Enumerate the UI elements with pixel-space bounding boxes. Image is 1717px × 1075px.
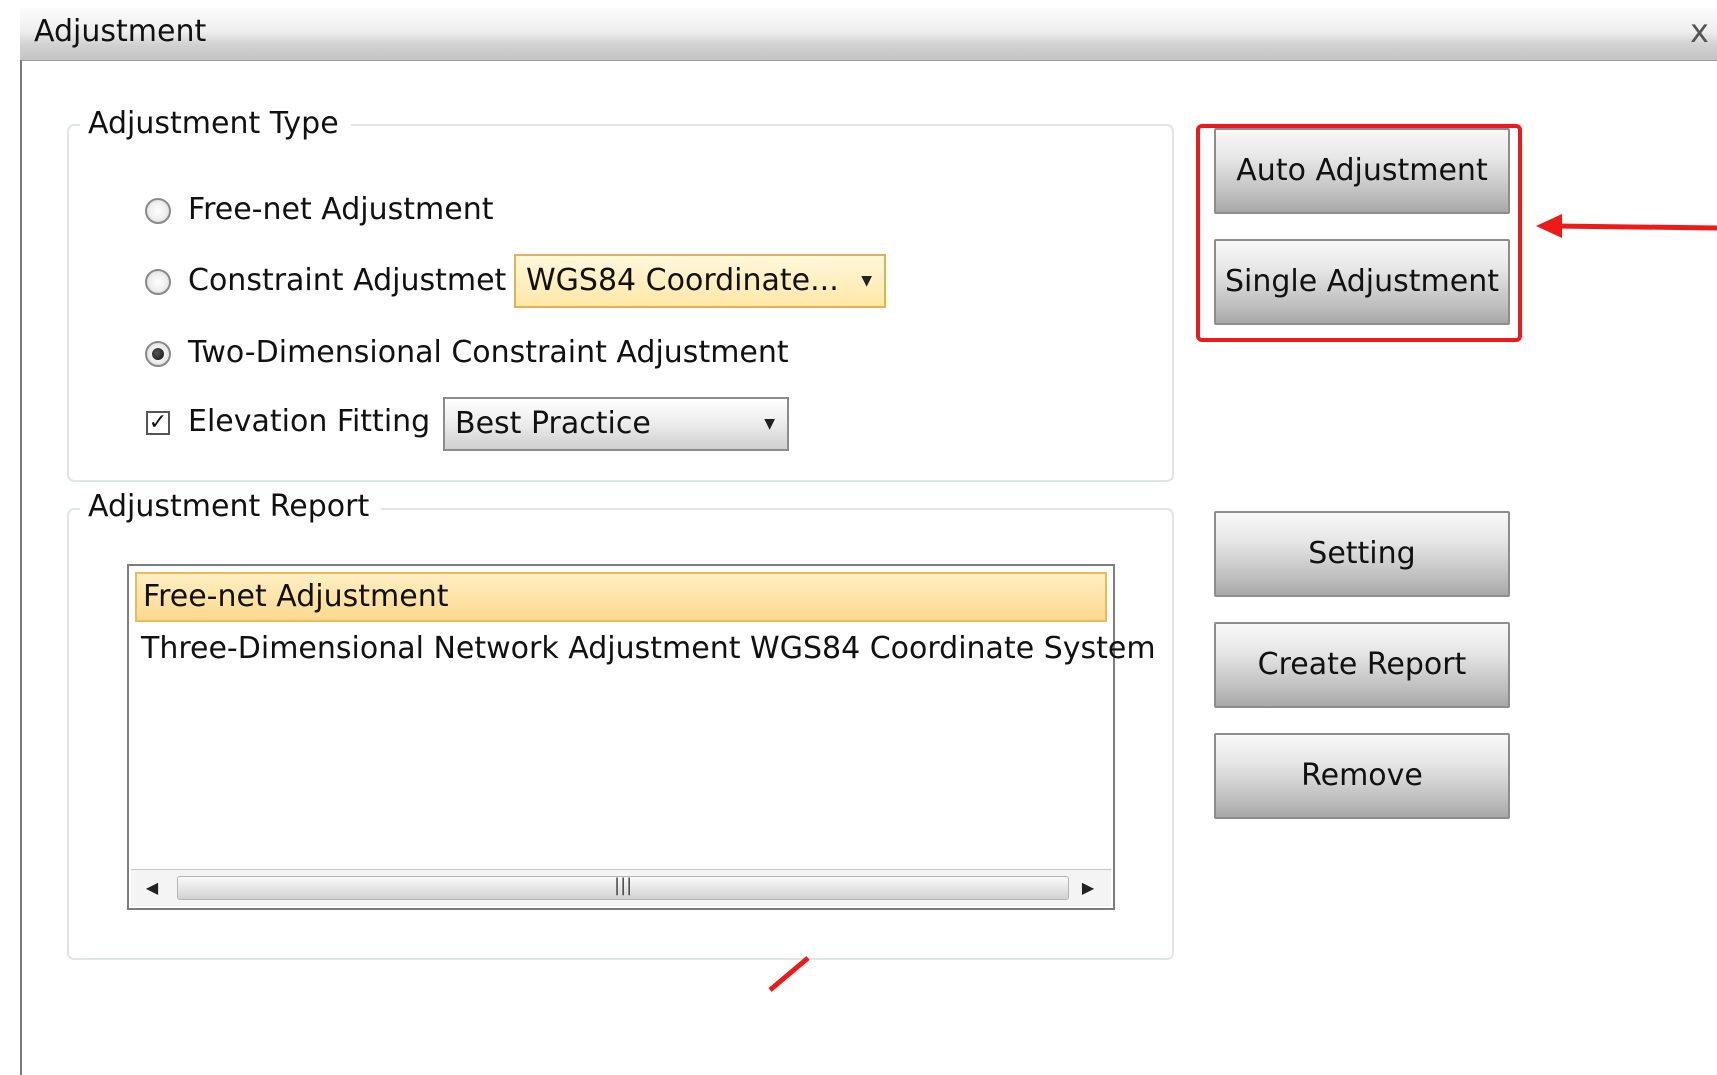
annotation-arrows: [768, 214, 1717, 992]
red-arrow-icon: [768, 956, 810, 992]
red-arrow-icon: [1536, 214, 1717, 238]
